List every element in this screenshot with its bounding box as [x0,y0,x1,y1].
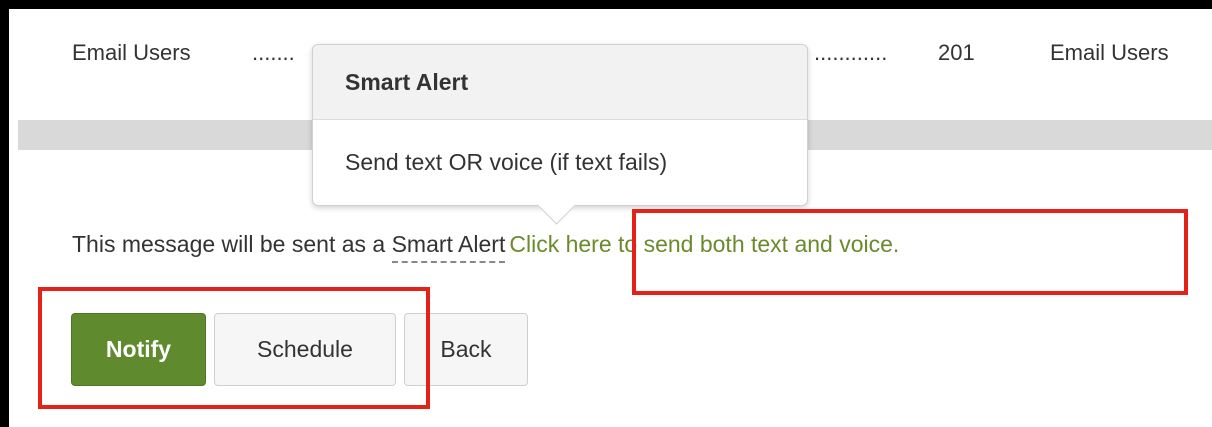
leader-dots-right: ............ [814,40,888,65]
email-users-label-right: Email Users [1050,40,1169,65]
highlight-box-buttons [38,287,430,409]
message-prefix: This message will be sent as a [72,231,386,257]
smart-alert-tooltip: Smart Alert Send text OR voice (if text … [312,44,808,225]
email-users-count: 201 [938,40,975,65]
email-users-label: Email Users [72,40,191,65]
smart-alert-term[interactable]: Smart Alert [391,231,506,263]
tooltip-title: Smart Alert [313,45,807,120]
highlight-box-link [632,209,1188,295]
leader-dots-left: ....... [252,40,295,65]
